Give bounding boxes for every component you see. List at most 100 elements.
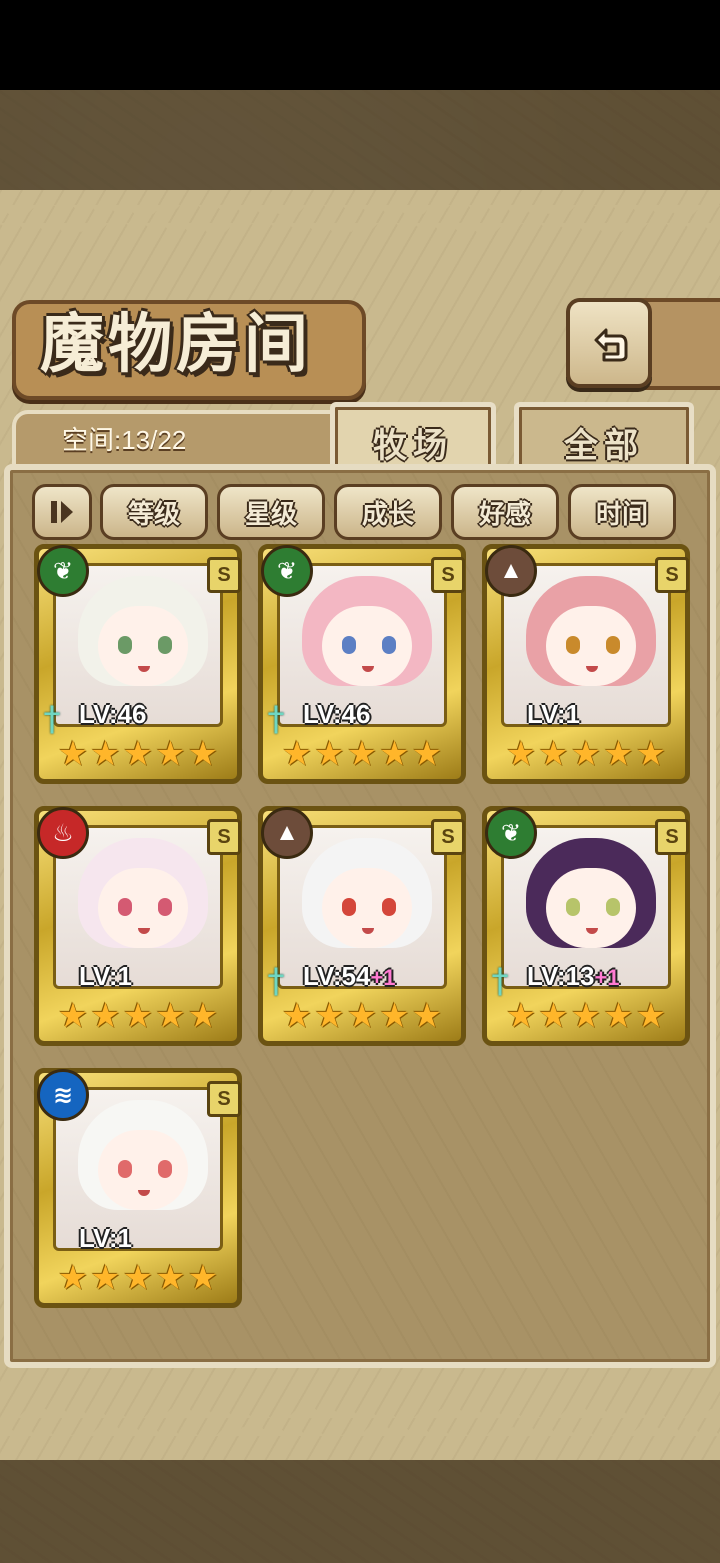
star-rating: ★ ★ ★ ★ ★	[495, 995, 677, 1037]
star-icon: ★	[411, 997, 443, 1035]
back-arrow-icon	[594, 328, 628, 362]
portrait-eye	[118, 898, 132, 916]
star-icon: ★	[90, 997, 121, 1035]
star-icon: ★	[187, 1259, 219, 1297]
leaf-icon: ❦	[485, 807, 537, 859]
rank-badge: S	[207, 819, 241, 855]
star-rating: ★ ★ ★ ★ ★	[271, 733, 453, 775]
status-bar-area	[0, 0, 720, 90]
star-icon: ★	[281, 997, 313, 1035]
star-icon: ★	[281, 735, 313, 773]
star-icon: ★	[57, 735, 89, 773]
portrait-eye	[158, 636, 172, 654]
portrait-eye	[158, 898, 172, 916]
portrait-eye	[342, 898, 356, 916]
monster-level: LV:54+1	[303, 959, 453, 993]
star-icon: ★	[505, 997, 537, 1035]
portrait-face	[98, 1130, 188, 1210]
toggle-order-icon	[51, 501, 73, 523]
level-text: LV:1	[79, 961, 132, 991]
rank-badge: S	[431, 557, 465, 593]
monster-card[interactable]: ▲ S LV:1 ★ ★ ★ ★ ★	[482, 544, 690, 784]
rank-badge: S	[655, 819, 689, 855]
star-rating: ★ ★ ★ ★ ★	[271, 995, 453, 1037]
portrait-eye	[606, 898, 620, 916]
star-icon: ★	[314, 735, 345, 773]
monster-card[interactable]: ♨ S LV:1 ★ ★ ★ ★ ★	[34, 806, 242, 1046]
portrait-eye	[342, 636, 356, 654]
star-icon: ★	[603, 997, 634, 1035]
leaf-icon: ❦	[37, 545, 89, 597]
sort-by-affection-button[interactable]: 好感	[451, 484, 559, 540]
back-button[interactable]	[566, 298, 652, 388]
level-text: LV:1	[527, 699, 580, 729]
sort-by-stars-button[interactable]: 星级	[217, 484, 325, 540]
portrait-face	[322, 868, 412, 948]
monster-level: LV:1	[79, 959, 229, 993]
star-rating: ★ ★ ★ ★ ★	[495, 733, 677, 775]
star-icon: ★	[90, 735, 121, 773]
portrait-face	[98, 868, 188, 948]
portrait-face	[322, 606, 412, 686]
monster-level: LV:46	[79, 697, 229, 731]
star-rating: ★ ★ ★ ★ ★	[47, 995, 229, 1037]
portrait-face	[546, 606, 636, 686]
portrait-face	[546, 868, 636, 948]
sort-by-time-button[interactable]: 时间	[568, 484, 676, 540]
star-icon: ★	[57, 997, 89, 1035]
star-icon: ★	[570, 997, 602, 1035]
portrait-face	[98, 606, 188, 686]
water-waves-icon: ≋	[37, 1069, 89, 1121]
star-icon: ★	[538, 735, 569, 773]
star-icon: ★	[187, 997, 219, 1035]
star-icon: ★	[57, 1259, 89, 1297]
star-icon: ★	[122, 1259, 154, 1297]
sort-order-toggle-button[interactable]	[32, 484, 92, 540]
rank-badge: S	[207, 557, 241, 593]
level-text: LV:46	[79, 699, 147, 729]
monster-level: LV:13+1	[527, 959, 677, 993]
portrait-eye	[606, 636, 620, 654]
mountain-icon: ▲	[261, 807, 313, 859]
portrait-eye	[566, 898, 580, 916]
star-icon: ★	[314, 997, 345, 1035]
monster-card[interactable]: ❦ S † LV:46 ★ ★ ★ ★ ★	[258, 544, 466, 784]
star-icon: ★	[635, 997, 667, 1035]
monster-card[interactable]: ❦ S † LV:46 ★ ★ ★ ★ ★	[34, 544, 242, 784]
star-icon: ★	[538, 997, 569, 1035]
star-icon: ★	[346, 997, 378, 1035]
level-text: LV:46	[303, 699, 371, 729]
star-icon: ★	[122, 735, 154, 773]
star-icon: ★	[155, 1259, 186, 1297]
star-rating: ★ ★ ★ ★ ★	[47, 733, 229, 775]
star-icon: ★	[379, 735, 410, 773]
star-icon: ★	[90, 1259, 121, 1297]
map-band-bottom	[0, 1460, 720, 1563]
portrait-eye	[118, 1160, 132, 1178]
star-rating: ★ ★ ★ ★ ★	[47, 1257, 229, 1299]
star-icon: ★	[187, 735, 219, 773]
portrait-eye	[566, 636, 580, 654]
monster-level: LV:1	[527, 697, 677, 731]
level-text: LV:13	[527, 961, 595, 991]
mountain-icon: ▲	[485, 545, 537, 597]
star-icon: ★	[155, 997, 186, 1035]
star-icon: ★	[635, 735, 667, 773]
rank-badge: S	[431, 819, 465, 855]
star-icon: ★	[505, 735, 537, 773]
rank-badge: S	[655, 557, 689, 593]
panel-zigzag-bottom	[0, 1400, 720, 1436]
star-icon: ★	[346, 735, 378, 773]
sort-by-growth-button[interactable]: 成长	[334, 484, 442, 540]
level-bonus: +1	[594, 965, 620, 990]
monster-card[interactable]: ❦ S † LV:13+1 ★ ★ ★ ★ ★	[482, 806, 690, 1046]
portrait-eye	[158, 1160, 172, 1178]
map-band-top	[0, 90, 720, 190]
monster-card[interactable]: ≋ S LV:1 ★ ★ ★ ★ ★	[34, 1068, 242, 1308]
space-capacity-label: 空间:13/22	[62, 425, 187, 455]
level-text: LV:54	[303, 961, 371, 991]
sort-by-level-button[interactable]: 等级	[100, 484, 208, 540]
star-icon: ★	[379, 997, 410, 1035]
star-icon: ★	[155, 735, 186, 773]
monster-card[interactable]: ▲ S † LV:54+1 ★ ★ ★ ★ ★	[258, 806, 466, 1046]
